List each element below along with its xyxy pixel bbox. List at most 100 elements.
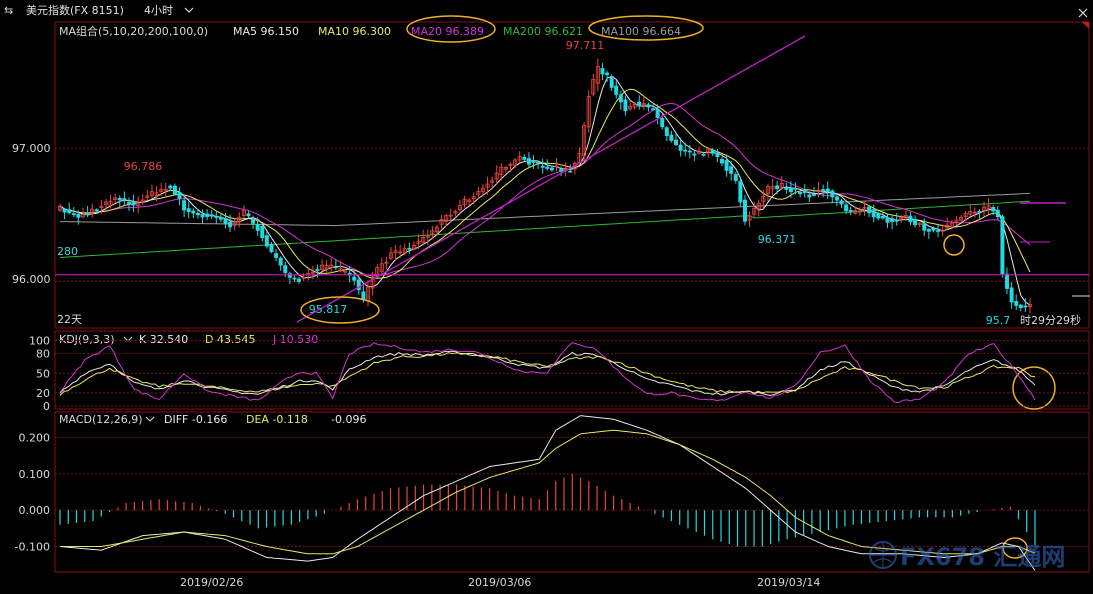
candle-body <box>531 160 536 163</box>
kdj-k-value: K 32.540 <box>139 333 188 346</box>
kdj-lines <box>59 342 1036 404</box>
candle-body <box>678 144 683 151</box>
macd-y-tick: -0.100 <box>15 541 50 554</box>
candle-body <box>172 185 177 195</box>
panel-border <box>54 21 1090 329</box>
macd-dea-value: DEA -0.118 <box>246 413 308 426</box>
macd-diff-value: DIFF -0.166 <box>164 413 227 426</box>
kdj-j-value: J 10.530 <box>272 333 318 346</box>
ma10-value: MA10 96.300 <box>318 25 391 38</box>
candle-highlight-circle <box>943 234 965 256</box>
countdown-timer: 时29分29秒 <box>1020 313 1081 327</box>
kdj-y-tick: 80 <box>36 348 50 361</box>
candle-body <box>623 99 628 112</box>
candle-body <box>885 217 890 223</box>
macd-y-tick: 0.200 <box>19 431 51 444</box>
candle-body <box>710 149 715 154</box>
stock-chart[interactable]: ⇆ 美元指数(FX 8151) 4小时 MA组合(5,10,20,200,100… <box>0 0 1093 594</box>
candle-body <box>834 196 839 201</box>
title-bar: ⇆ 美元指数(FX 8151) 4小时 <box>4 3 1088 18</box>
candle-body <box>246 213 251 217</box>
candle-body <box>228 221 233 228</box>
candle-body <box>669 134 674 141</box>
candle-body <box>200 214 205 218</box>
candle-body <box>536 161 541 164</box>
candle-body <box>292 277 297 280</box>
swap-arrows-icon[interactable]: ⇆ <box>4 4 13 17</box>
candle-body <box>742 199 747 222</box>
candle-body <box>609 76 614 88</box>
candle-body <box>76 213 81 218</box>
candle-body <box>559 169 564 172</box>
macd-label[interactable]: MACD(12,26,9) <box>59 413 143 426</box>
left-label-days: 22天 <box>57 313 82 326</box>
candle-body <box>811 194 816 196</box>
price-labels: 96.786 97.711 95.817 96.371 95.7 <box>124 39 1011 327</box>
candle-body <box>936 229 941 232</box>
candle-body <box>1005 273 1010 289</box>
candle-body <box>687 150 692 153</box>
candle-body <box>195 212 200 216</box>
candle-body <box>260 225 265 239</box>
chart-title: 美元指数(FX 8151) <box>26 3 124 17</box>
candle-body <box>122 198 127 201</box>
candle-body <box>848 210 853 213</box>
kdj-y-tick: 50 <box>36 367 50 380</box>
candle-body <box>788 187 793 193</box>
kdj-d-line <box>59 352 1036 396</box>
x-tick-date: 2019/03/06 <box>468 576 531 589</box>
candle-body <box>223 218 228 224</box>
candle-body <box>274 253 279 258</box>
price-label: 95.7 <box>986 314 1011 327</box>
candle-body <box>352 276 357 281</box>
candle-body <box>867 206 872 214</box>
price-label: 96.786 <box>124 160 163 173</box>
period-selector[interactable]: 4小时 <box>144 4 173 17</box>
candle-body <box>131 201 136 206</box>
main-legend: MA组合(5,10,20,200,100,0) MA5 96.150 MA10 … <box>59 24 681 38</box>
candle-body <box>1014 301 1019 306</box>
x-tick-date: 2019/03/14 <box>757 576 820 589</box>
macd-y-tick: 0.000 <box>19 504 51 517</box>
candle-body <box>62 208 67 213</box>
candle-body <box>922 223 927 231</box>
candle-body <box>283 265 288 274</box>
kdj-y-tick: 100 <box>29 335 50 348</box>
candle-body <box>209 214 214 217</box>
macd-y-axis: 0.200 0.100 0.000 -0.100 <box>15 431 1089 554</box>
candle-body <box>775 185 780 189</box>
chevron-down-icon[interactable] <box>145 416 155 422</box>
candle-body <box>651 108 656 111</box>
candle-body <box>71 213 76 215</box>
candle-body <box>719 158 724 164</box>
candle-body <box>614 85 619 95</box>
candle-body <box>729 166 734 174</box>
price-label: 96.371 <box>758 233 797 246</box>
candle-body <box>715 152 720 158</box>
main-y-axis: 97.000 96.000 280 22天 时29分29秒 <box>12 142 1081 327</box>
corner-marker <box>1082 22 1089 29</box>
kdj-label[interactable]: KDJ(9,3,3) <box>59 333 115 346</box>
kdj-y-tick: 0 <box>43 400 50 413</box>
ma-group-label[interactable]: MA组合(5,10,20,200,100,0) <box>59 24 208 38</box>
close-icon[interactable] <box>1078 8 1088 18</box>
candle-body <box>977 211 982 213</box>
candle-body <box>1009 287 1014 303</box>
ma5-line <box>59 75 1031 306</box>
candle-body <box>522 156 527 160</box>
candle-body <box>1023 305 1028 308</box>
candle-body <box>880 216 885 219</box>
candle-body <box>269 243 274 253</box>
macd-legend: MACD(12,26,9) DIFF -0.166 DEA -0.118 -0.… <box>59 413 366 426</box>
candle-body <box>738 181 743 203</box>
candle-body <box>182 200 187 211</box>
ma100-value: MA100 96.664 <box>601 25 681 38</box>
macd-histogram-value: -0.096 <box>331 413 366 426</box>
candle-body <box>218 217 223 220</box>
y-tick-97: 97.000 <box>12 142 51 155</box>
candle-body <box>733 174 738 181</box>
candle-body <box>264 235 269 247</box>
candle-body <box>793 188 798 190</box>
candle-body <box>807 194 812 198</box>
chevron-down-icon[interactable] <box>184 7 194 13</box>
